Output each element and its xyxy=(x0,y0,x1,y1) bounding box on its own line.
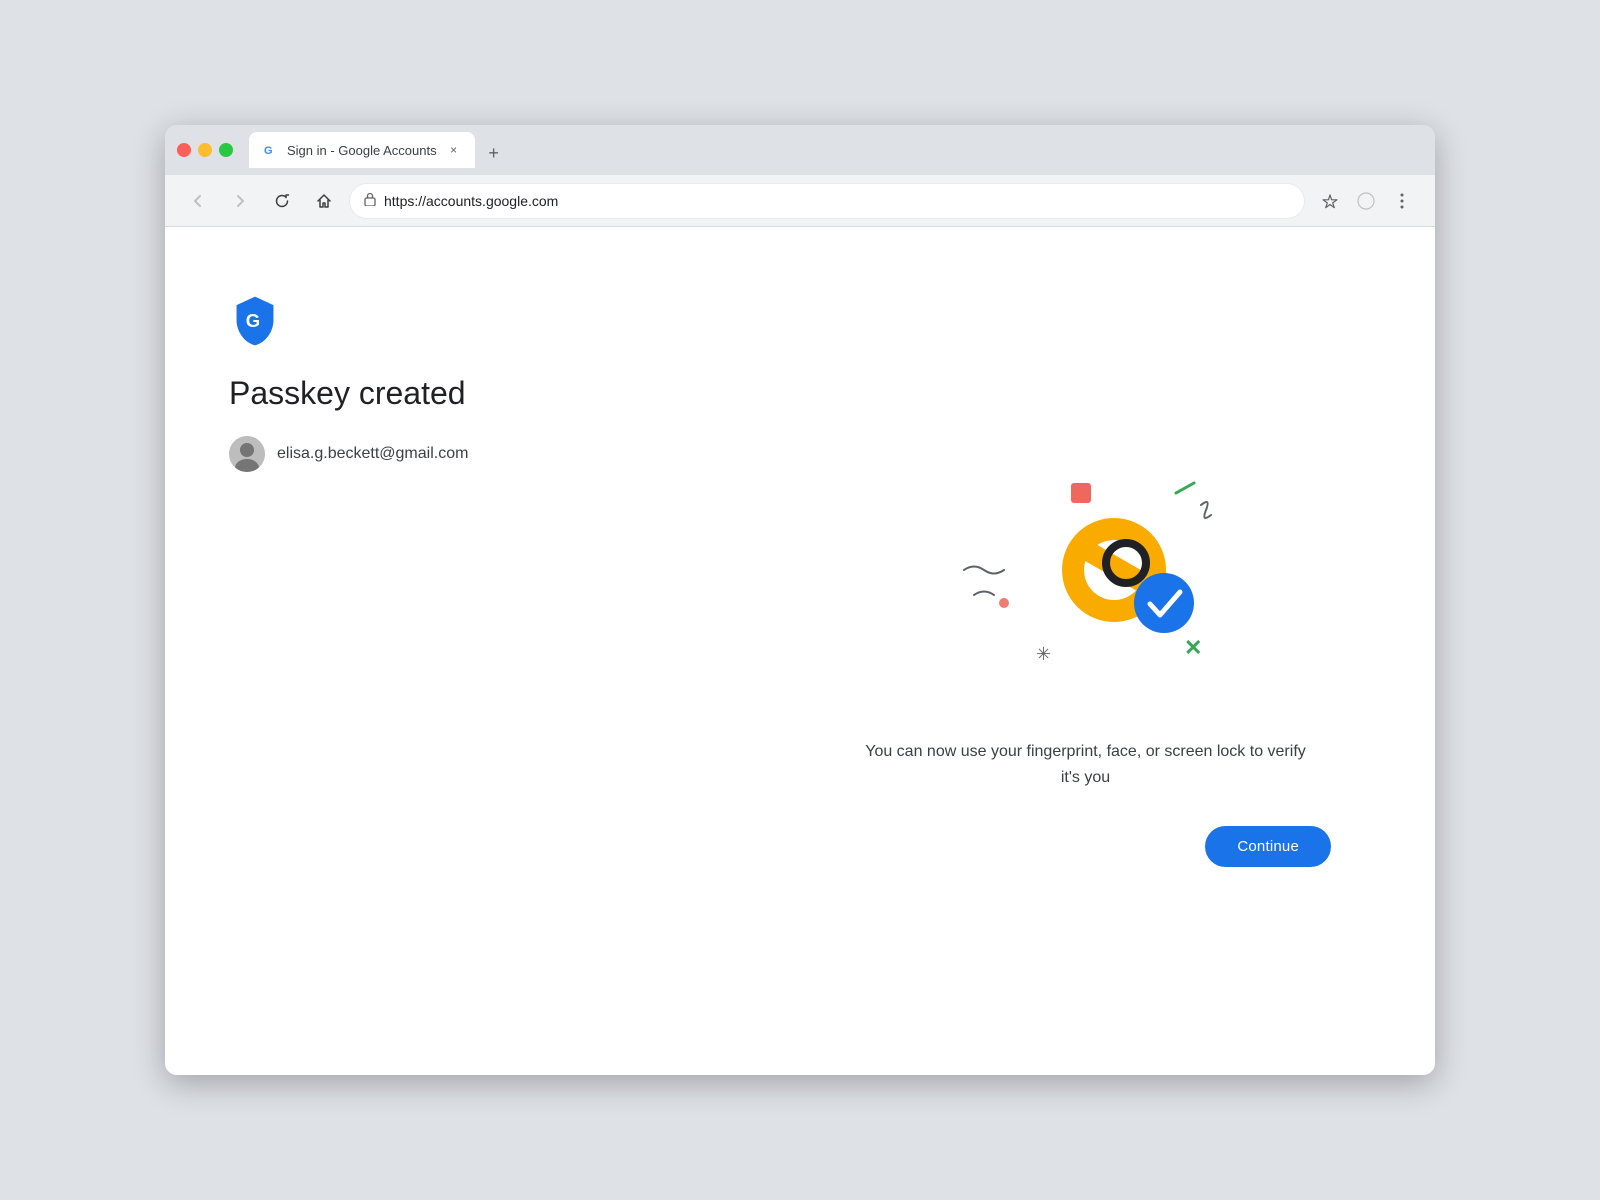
lock-icon xyxy=(364,192,376,209)
toolbar: https://accounts.google.com xyxy=(165,175,1435,227)
tabs-row: G Sign in - Google Accounts × + xyxy=(249,132,1423,168)
avatar xyxy=(229,436,265,472)
svg-text:G: G xyxy=(246,310,260,331)
svg-text:✳: ✳ xyxy=(1036,644,1051,664)
profile-icon xyxy=(1357,192,1375,210)
minimize-window-button[interactable] xyxy=(198,143,212,157)
new-tab-button[interactable]: + xyxy=(479,138,509,168)
traffic-lights xyxy=(177,143,233,157)
close-window-button[interactable] xyxy=(177,143,191,157)
tab-favicon-icon: G xyxy=(261,141,279,159)
star-icon xyxy=(1322,193,1338,209)
right-pane: ✳ ✕ xyxy=(800,275,1371,1027)
maximize-window-button[interactable] xyxy=(219,143,233,157)
reload-button[interactable] xyxy=(265,184,299,218)
title-bar: G Sign in - Google Accounts × + xyxy=(165,125,1435,175)
forward-button[interactable] xyxy=(223,184,257,218)
key-illustration-svg: ✳ ✕ xyxy=(916,455,1256,715)
more-options-icon xyxy=(1400,193,1404,209)
forward-icon xyxy=(232,193,248,209)
back-icon xyxy=(190,193,206,209)
page-title: Passkey created xyxy=(229,375,800,412)
avatar-image xyxy=(229,436,265,472)
profile-button[interactable] xyxy=(1349,184,1383,218)
tab-title: Sign in - Google Accounts xyxy=(287,143,437,158)
main-layout: G Passkey created elisa.g.beckett@gmail.… xyxy=(229,275,1371,1027)
active-tab[interactable]: G Sign in - Google Accounts × xyxy=(249,132,475,168)
menu-button[interactable] xyxy=(1385,184,1419,218)
address-bar[interactable]: https://accounts.google.com xyxy=(349,183,1305,219)
tab-close-button[interactable]: × xyxy=(445,141,463,159)
browser-window: G Sign in - Google Accounts × + xyxy=(165,125,1435,1075)
page-content: G Passkey created elisa.g.beckett@gmail.… xyxy=(165,227,1435,1075)
reload-icon xyxy=(274,193,290,209)
url-text: https://accounts.google.com xyxy=(384,193,1290,209)
user-email: elisa.g.beckett@gmail.com xyxy=(277,445,468,463)
home-icon xyxy=(316,193,332,209)
user-row: elisa.g.beckett@gmail.com xyxy=(229,436,800,472)
continue-button[interactable]: Continue xyxy=(1205,826,1331,867)
passkey-illustration: ✳ ✕ xyxy=(916,455,1256,715)
home-button[interactable] xyxy=(307,184,341,218)
google-shield-logo: G xyxy=(229,295,281,347)
svg-text:G: G xyxy=(264,145,273,157)
bookmark-button[interactable] xyxy=(1313,184,1347,218)
left-pane: G Passkey created elisa.g.beckett@gmail.… xyxy=(229,275,800,1027)
description-text: You can now use your fingerprint, face, … xyxy=(856,739,1316,790)
svg-text:✕: ✕ xyxy=(1184,635,1202,660)
toolbar-actions xyxy=(1313,184,1419,218)
back-button[interactable] xyxy=(181,184,215,218)
